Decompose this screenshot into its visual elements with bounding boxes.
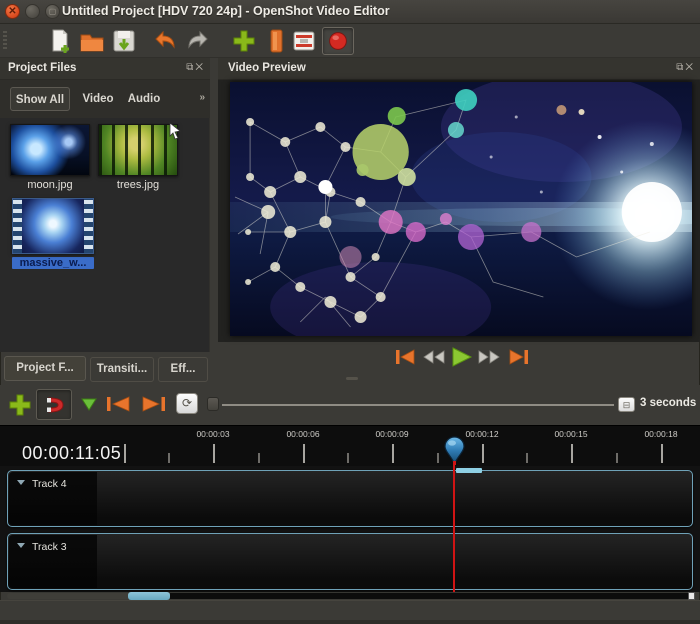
next-marker-icon[interactable]: [140, 394, 168, 414]
ruler-label: 00:00:09: [367, 429, 417, 439]
project-files-header: Project Files ⧉✕: [0, 58, 210, 80]
center-playhead-icon[interactable]: ⟳: [176, 393, 198, 414]
maximize-window-icon[interactable]: ▢: [45, 4, 60, 19]
close-icon[interactable]: ✕: [685, 62, 695, 73]
timeline-hscroll-thumb[interactable]: [128, 592, 170, 600]
filmstrip-left: [13, 199, 22, 253]
main-toolbar: [0, 24, 700, 58]
trees-thumbnail[interactable]: [98, 124, 178, 176]
timeline-tracks-area[interactable]: Track 4 Track 3: [0, 466, 700, 592]
track-label: Track 3: [32, 541, 67, 553]
chevron-down-icon[interactable]: [17, 543, 25, 548]
timeline-clip-fragment[interactable]: [456, 468, 482, 473]
export-video-icon[interactable]: [322, 27, 354, 55]
panel-splitter-handle[interactable]: [346, 377, 358, 380]
tab-show-all[interactable]: Show All: [10, 87, 70, 111]
plexus-video-image: [230, 82, 692, 336]
redo-icon[interactable]: [185, 27, 213, 55]
file-item-moon[interactable]: moon.jpg: [10, 124, 90, 191]
window-title: Untitled Project [HDV 720 24p] - OpenSho…: [62, 4, 390, 18]
project-files-title: Project Files: [8, 62, 76, 74]
timeline-toolbar: ⟳ ⊟ 3 seconds: [0, 385, 700, 425]
track-label: Track 4: [32, 478, 67, 490]
open-project-icon[interactable]: [78, 27, 106, 55]
capture-icon[interactable]: [290, 27, 318, 55]
tab-audio[interactable]: Audio: [122, 87, 166, 111]
save-project-icon[interactable]: [110, 27, 138, 55]
zoom-scale-icon[interactable]: ⊟: [618, 397, 635, 412]
track-row-4[interactable]: Track 4: [7, 470, 693, 527]
jump-start-icon[interactable]: [393, 346, 419, 368]
file-name: moon.jpg: [10, 179, 90, 191]
file-item-trees[interactable]: trees.jpg: [98, 124, 178, 191]
timeline-ruler[interactable]: 00:00:11:05 00:00:03 00:00:06 00:00:09 0…: [0, 425, 700, 466]
tab-transitions[interactable]: Transiti...: [90, 357, 154, 382]
tab-project-files[interactable]: Project F...: [4, 356, 86, 381]
timeline-hscroll-track-right[interactable]: [170, 593, 688, 599]
title-bar[interactable]: ✕ ▢ Untitled Project [HDV 720 24p] - Ope…: [0, 0, 700, 24]
undock-icon[interactable]: ⧉: [676, 62, 685, 73]
timeline-scale-label: 3 seconds: [640, 397, 696, 409]
new-project-icon[interactable]: [46, 27, 74, 55]
video-preview-area: [218, 80, 700, 342]
timeline-hscroll-track[interactable]: [7, 593, 128, 599]
minimize-window-icon[interactable]: [25, 4, 40, 19]
add-files-icon[interactable]: [230, 27, 258, 55]
playhead-marker[interactable]: [443, 436, 466, 465]
toolbar-grip[interactable]: [3, 31, 7, 51]
massive-video-thumbnail[interactable]: [12, 198, 94, 254]
ruler-label: 00:00:15: [546, 429, 596, 439]
play-icon[interactable]: [448, 346, 474, 368]
tabs-overflow-chevron-icon[interactable]: »: [199, 92, 205, 103]
moon-thumbnail[interactable]: [10, 124, 90, 176]
razor-icon[interactable]: [80, 397, 98, 412]
file-name: trees.jpg: [98, 179, 178, 191]
ruler-label: 00:00:18: [636, 429, 686, 439]
snapping-magnet-icon: [37, 390, 71, 419]
track-row-3[interactable]: Track 3: [7, 533, 693, 590]
project-files-filter-tabs: Show All Video Audio »: [0, 80, 210, 118]
chevron-down-icon[interactable]: [17, 480, 25, 485]
snapping-toggle[interactable]: [36, 389, 72, 420]
video-preview-header: Video Preview ⧉✕: [218, 58, 700, 80]
close-window-icon[interactable]: ✕: [5, 4, 20, 19]
profile-icon[interactable]: [262, 27, 290, 55]
video-preview-title: Video Preview: [228, 62, 306, 74]
tab-video[interactable]: Video: [76, 87, 120, 111]
jump-end-icon[interactable]: [505, 346, 531, 368]
previous-marker-icon[interactable]: [104, 394, 132, 414]
mouse-cursor-icon: [168, 122, 182, 140]
fast-forward-icon[interactable]: [476, 346, 502, 368]
ruler-label: 00:00:03: [188, 429, 238, 439]
current-timecode: 00:00:11:05: [22, 443, 121, 464]
video-frame: [230, 82, 692, 336]
file-item-massive[interactable]: massive_w...: [12, 198, 94, 269]
zoom-slider-track[interactable]: [222, 404, 614, 406]
openshot-window: ✕ ▢ Untitled Project [HDV 720 24p] - Ope…: [0, 0, 700, 624]
close-icon[interactable]: ✕: [195, 62, 205, 73]
tab-effects[interactable]: Eff...: [158, 357, 208, 382]
track-header[interactable]: Track 3: [9, 535, 97, 588]
playhead-line: [453, 462, 455, 592]
project-files-list[interactable]: moon.jpg trees.jpg massive_w...: [0, 118, 210, 352]
timeline-hscroll-end-handle[interactable]: [688, 592, 695, 600]
undo-icon[interactable]: [150, 27, 178, 55]
filmstrip-right: [84, 199, 93, 253]
track-header[interactable]: Track 4: [9, 472, 97, 525]
rewind-icon[interactable]: [421, 346, 447, 368]
ruler-label: 00:00:06: [278, 429, 328, 439]
undock-icon[interactable]: ⧉: [186, 62, 195, 73]
file-name-selected: massive_w...: [12, 257, 94, 269]
add-track-icon[interactable]: [8, 393, 32, 417]
status-bar: [0, 600, 700, 624]
zoom-slider-handle[interactable]: [207, 397, 219, 411]
